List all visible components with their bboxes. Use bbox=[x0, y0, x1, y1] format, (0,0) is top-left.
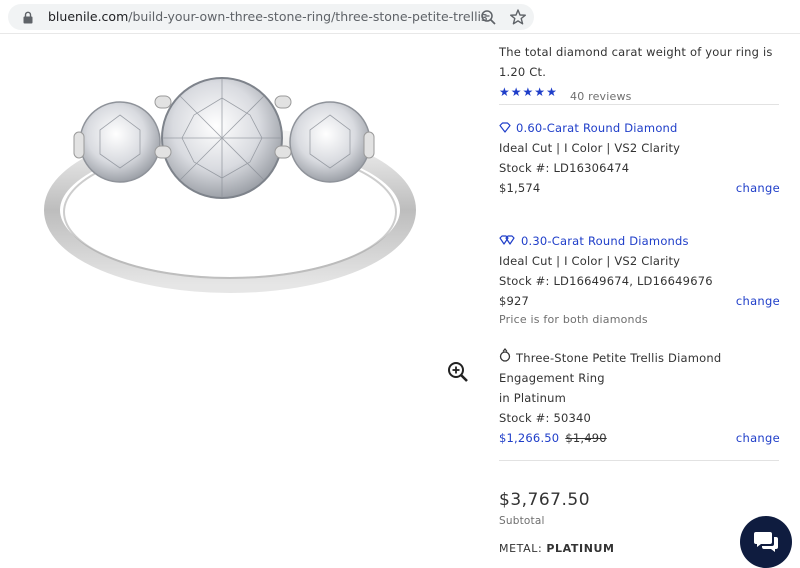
side-diamonds-title[interactable]: 0.30-Carat Round Diamonds bbox=[521, 234, 689, 248]
change-side-diamonds-link[interactable]: change bbox=[736, 294, 780, 308]
zoom-in-icon[interactable] bbox=[447, 361, 469, 383]
lock-icon bbox=[23, 11, 33, 24]
change-center-diamond-link[interactable]: change bbox=[736, 181, 780, 195]
reviews-link[interactable]: 40 reviews bbox=[570, 90, 632, 103]
diamonds-pair-icon bbox=[499, 235, 515, 245]
divider bbox=[499, 460, 779, 461]
side-diamonds-price-note: Price is for both diamonds bbox=[499, 313, 648, 326]
side-diamonds-price: $927 bbox=[499, 294, 530, 308]
chat-button[interactable] bbox=[740, 516, 792, 568]
setting-price: $1,266.50 $1,490 bbox=[499, 431, 607, 445]
subtotal-label: Subtotal bbox=[499, 515, 545, 527]
star-icon: ★ bbox=[510, 85, 522, 99]
carat-weight-text: The total diamond carat weight of your r… bbox=[499, 45, 773, 59]
metal-label: METAL: bbox=[499, 542, 543, 555]
bookmark-star-icon[interactable] bbox=[509, 8, 527, 26]
setting-original-price: $1,490 bbox=[565, 431, 607, 445]
side-diamonds-stock: Stock #: LD16649674, LD16649676 bbox=[499, 274, 713, 288]
setting-title-line2: Engagement Ring bbox=[499, 371, 605, 385]
setting-stock: Stock #: 50340 bbox=[499, 411, 592, 425]
center-diamond-price: $1,574 bbox=[499, 181, 541, 195]
carat-weight-value: 1.20 Ct. bbox=[499, 65, 547, 79]
change-setting-link[interactable]: change bbox=[736, 431, 780, 445]
star-icon: ★ bbox=[534, 85, 546, 99]
ring-image bbox=[44, 77, 416, 293]
url-path: /build-your-own-three-stone-ring/three-s… bbox=[128, 9, 488, 24]
center-diamond-stock: Stock #: LD16306474 bbox=[499, 161, 630, 175]
ring-setting-icon bbox=[499, 348, 511, 362]
center-diamond-title[interactable]: 0.60-Carat Round Diamond bbox=[516, 121, 678, 135]
side-diamonds-specs: Ideal Cut | I Color | VS2 Clarity bbox=[499, 254, 681, 268]
subtotal-price: $3,767.50 bbox=[499, 490, 591, 510]
star-icon: ★ bbox=[546, 85, 557, 99]
url-host: bluenile.com bbox=[48, 9, 129, 24]
star-icon: ★ bbox=[499, 85, 510, 99]
address-bar[interactable]: bluenile.com/build-your-own-three-stone-… bbox=[8, 4, 534, 30]
diamond-icon bbox=[499, 122, 511, 133]
metal-row: METAL: PLATINUM bbox=[499, 542, 615, 555]
setting-metal: in Platinum bbox=[499, 391, 566, 405]
zoom-icon[interactable] bbox=[480, 9, 497, 26]
chat-icon bbox=[754, 532, 778, 552]
url-text[interactable]: bluenile.com/build-your-own-three-stone-… bbox=[48, 9, 488, 24]
center-diamond-specs: Ideal Cut | I Color | VS2 Clarity bbox=[499, 141, 681, 155]
divider bbox=[499, 104, 779, 105]
setting-title: Three-Stone Petite Trellis Diamond bbox=[516, 351, 722, 365]
rating-stars[interactable]: ★ ★ ★ ★ ★ bbox=[499, 86, 557, 98]
star-icon: ★ bbox=[522, 85, 534, 99]
setting-sale-price: $1,266.50 bbox=[499, 431, 560, 445]
metal-value: PLATINUM bbox=[546, 542, 615, 555]
toolbar-divider bbox=[0, 33, 800, 34]
